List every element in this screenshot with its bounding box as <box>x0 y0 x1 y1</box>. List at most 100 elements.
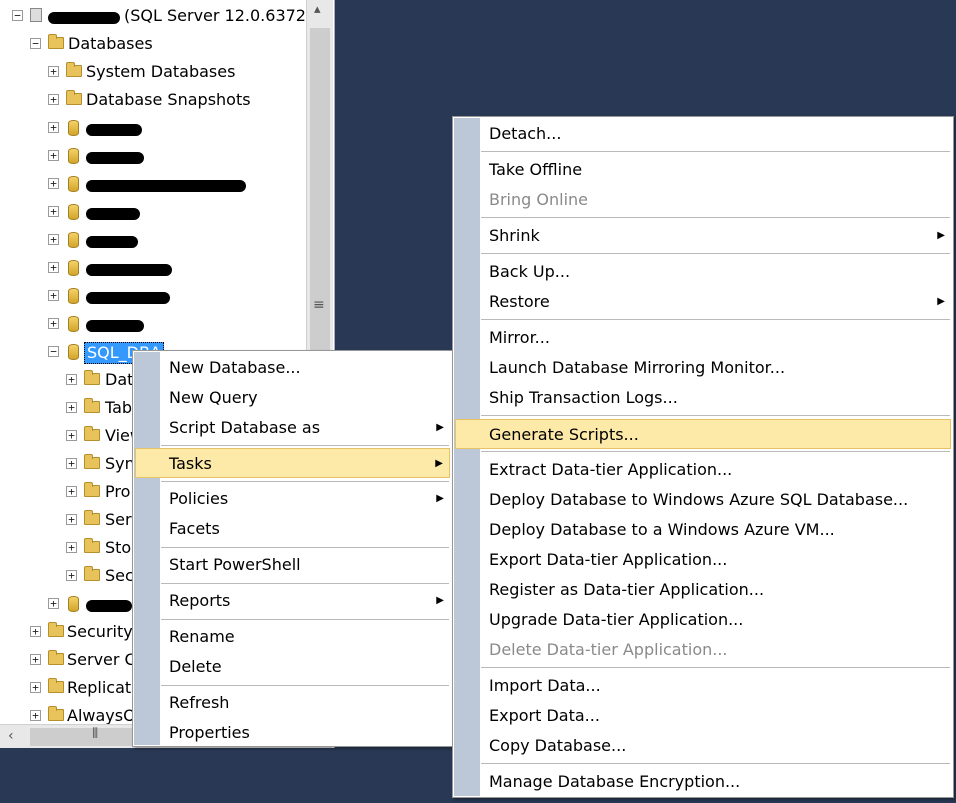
tree-node-database[interactable]: + <box>0 198 306 226</box>
menu-item-label: Mirror... <box>489 328 550 347</box>
menu-item-reports[interactable]: Reports ▶ <box>135 586 450 616</box>
menu-item-start-powershell[interactable]: Start PowerShell <box>135 550 450 580</box>
tree-node-database[interactable]: + <box>0 226 306 254</box>
tree-node-database[interactable]: + <box>0 142 306 170</box>
redacted-database-name <box>86 208 140 220</box>
menu-item-export-data-tier[interactable]: Export Data-tier Application... <box>455 545 951 575</box>
menu-item-rename[interactable]: Rename <box>135 622 450 652</box>
menu-item-label: Restore <box>489 292 550 311</box>
database-icon <box>68 316 79 332</box>
tree-node-database[interactable]: + <box>0 114 306 142</box>
menu-item-new-query[interactable]: New Query <box>135 383 450 413</box>
tree-node-server[interactable]: − (SQL Server 12.0.6372.1 <box>0 2 321 30</box>
expand-icon[interactable]: + <box>48 150 59 161</box>
scroll-left-icon[interactable]: ‹ <box>8 728 14 744</box>
menu-item-take-offline[interactable]: Take Offline <box>455 155 951 185</box>
tree-node-database-snapshots[interactable]: + Database Snapshots <box>0 86 306 114</box>
expand-icon[interactable]: + <box>66 374 77 385</box>
menu-item-facets[interactable]: Facets <box>135 514 450 544</box>
server-objects-label: Server C <box>67 650 136 669</box>
expand-icon[interactable]: + <box>48 290 59 301</box>
expand-icon[interactable]: + <box>66 458 77 469</box>
menu-item-import-data[interactable]: Import Data... <box>455 671 951 701</box>
child-folder-label: Dat <box>105 370 134 389</box>
expand-icon[interactable]: + <box>48 318 59 329</box>
expand-icon[interactable]: + <box>48 206 59 217</box>
menu-item-extract-data-tier[interactable]: Extract Data-tier Application... <box>455 455 951 485</box>
menu-item-label: Extract Data-tier Application... <box>489 460 733 479</box>
menu-separator <box>481 451 950 452</box>
menu-item-label: Manage Database Encryption... <box>489 772 741 791</box>
menu-item-shrink[interactable]: Shrink ▶ <box>455 221 951 251</box>
menu-item-delete[interactable]: Delete <box>135 652 450 682</box>
menu-item-restore[interactable]: Restore ▶ <box>455 287 951 317</box>
expand-icon[interactable]: + <box>48 598 59 609</box>
expand-icon[interactable]: + <box>66 430 77 441</box>
folder-icon <box>48 650 64 665</box>
menu-item-launch-mirroring-monitor[interactable]: Launch Database Mirroring Monitor... <box>455 353 951 383</box>
expand-icon[interactable]: + <box>48 234 59 245</box>
menu-item-tasks[interactable]: Tasks ▶ <box>135 448 450 478</box>
databases-label: Databases <box>68 34 153 53</box>
menu-item-deploy-azure-sql[interactable]: Deploy Database to Windows Azure SQL Dat… <box>455 485 951 515</box>
menu-item-copy-database[interactable]: Copy Database... <box>455 731 951 761</box>
menu-item-back-up[interactable]: Back Up... <box>455 257 951 287</box>
expand-icon[interactable]: + <box>48 122 59 133</box>
tree-node-databases[interactable]: − Databases <box>0 30 306 58</box>
menu-item-mirror[interactable]: Mirror... <box>455 323 951 353</box>
scrollbar-thumb[interactable] <box>310 28 330 368</box>
expand-icon[interactable]: + <box>30 626 41 637</box>
tree-node-database[interactable]: + <box>0 254 306 282</box>
menu-item-label: Bring Online <box>489 190 588 209</box>
expand-icon[interactable]: + <box>48 262 59 273</box>
folder-icon <box>84 426 100 441</box>
menu-item-label: Register as Data-tier Application... <box>489 580 765 599</box>
expand-icon[interactable]: + <box>48 66 59 77</box>
child-folder-label: Sto <box>105 538 132 557</box>
expand-icon[interactable]: + <box>66 486 77 497</box>
menu-item-label: Delete Data-tier Application... <box>489 640 728 659</box>
menu-item-upgrade-data-tier[interactable]: Upgrade Data-tier Application... <box>455 605 951 635</box>
database-icon <box>68 120 79 136</box>
child-folder-label: Tab <box>105 398 133 417</box>
expand-icon[interactable]: + <box>30 654 41 665</box>
menu-item-ship-transaction-logs[interactable]: Ship Transaction Logs... <box>455 383 951 413</box>
expand-icon[interactable]: + <box>48 94 59 105</box>
menu-item-label: Deploy Database to a Windows Azure VM... <box>489 520 835 539</box>
expand-icon[interactable]: + <box>66 402 77 413</box>
collapse-icon[interactable]: − <box>48 346 59 357</box>
security-label: Security <box>67 622 133 641</box>
server-label: (SQL Server 12.0.6372.1 <box>124 6 322 25</box>
expand-icon[interactable]: + <box>30 710 41 721</box>
tree-node-system-databases[interactable]: + System Databases <box>0 58 306 86</box>
expand-icon[interactable]: + <box>66 514 77 525</box>
folder-icon <box>66 62 82 77</box>
database-snapshots-label: Database Snapshots <box>86 90 251 109</box>
menu-item-new-database[interactable]: New Database... <box>135 353 450 383</box>
menu-item-properties[interactable]: Properties <box>135 718 450 748</box>
menu-item-policies[interactable]: Policies ▶ <box>135 484 450 514</box>
tree-node-database[interactable]: + <box>0 282 306 310</box>
scroll-up-icon[interactable]: ▴ <box>314 2 321 17</box>
tree-node-database[interactable]: + <box>0 170 306 198</box>
expand-icon[interactable]: + <box>66 570 77 581</box>
menu-item-detach[interactable]: Detach... <box>455 119 951 149</box>
menu-item-register-data-tier[interactable]: Register as Data-tier Application... <box>455 575 951 605</box>
menu-item-generate-scripts[interactable]: Generate Scripts... <box>455 419 951 449</box>
menu-item-label: Ship Transaction Logs... <box>489 388 678 407</box>
expand-icon[interactable]: + <box>30 682 41 693</box>
collapse-icon[interactable]: − <box>30 38 41 49</box>
menu-item-export-data[interactable]: Export Data... <box>455 701 951 731</box>
menu-item-script-database-as[interactable]: Script Database as ▶ <box>135 413 450 443</box>
menu-item-manage-encryption[interactable]: Manage Database Encryption... <box>455 767 951 797</box>
folder-icon <box>84 454 100 469</box>
redacted-database-name <box>86 600 132 612</box>
collapse-icon[interactable]: − <box>12 10 23 21</box>
menu-item-refresh[interactable]: Refresh <box>135 688 450 718</box>
expand-icon[interactable]: + <box>66 542 77 553</box>
tree-node-database[interactable]: + <box>0 310 306 338</box>
menu-item-deploy-azure-vm[interactable]: Deploy Database to a Windows Azure VM... <box>455 515 951 545</box>
menu-item-label: Back Up... <box>489 262 571 281</box>
expand-icon[interactable]: + <box>48 178 59 189</box>
grip-icon: ⦀ <box>92 726 99 742</box>
